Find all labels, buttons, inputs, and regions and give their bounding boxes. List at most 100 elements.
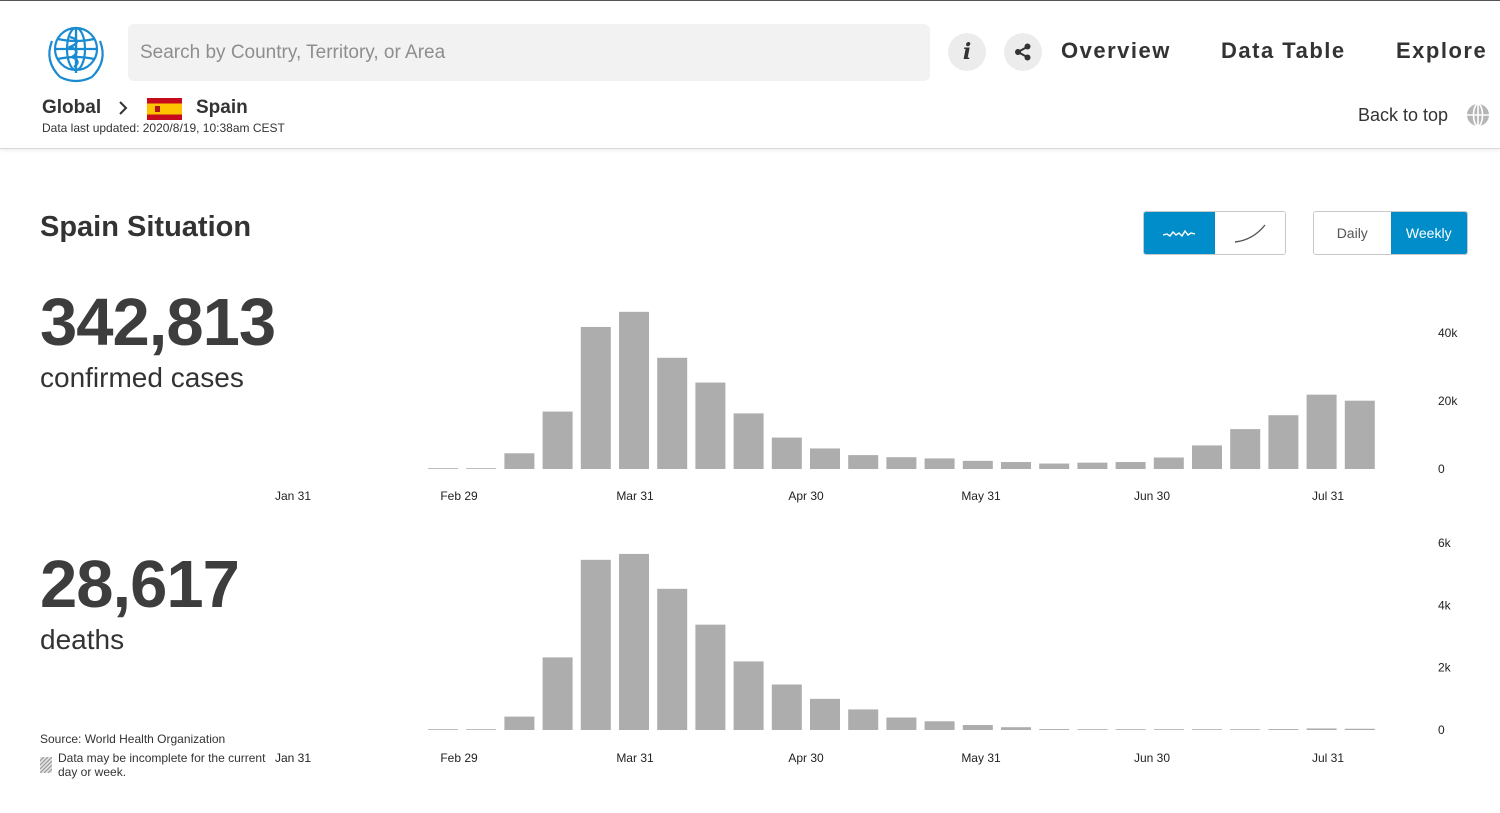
deaths-x-tick-label: Mar 31 <box>616 751 654 765</box>
deaths-x-tick-label: Jul 31 <box>1312 751 1344 765</box>
cases-chart: 0 20k 40k Jan 31 Feb 29 Mar 31 Apr 30 May 31 Jun… <box>0 280 1500 510</box>
wave-line-icon <box>1163 229 1196 238</box>
cases-y-tick-label: 20k <box>1438 394 1458 408</box>
deaths-bar <box>848 709 879 730</box>
cases-chart-svg: 0 20k 40k Jan 31 Feb 29 Mar 31 Apr 30 May 31 Jun… <box>275 311 1458 503</box>
cases-bar <box>695 382 726 469</box>
search-input[interactable] <box>128 24 930 81</box>
nav-overview[interactable]: Overview <box>1061 38 1171 64</box>
cases-x-tick-label: Mar 31 <box>616 489 654 503</box>
deaths-bar <box>1268 729 1299 730</box>
breadcrumb-global[interactable]: Global <box>42 97 101 119</box>
nav-data-table[interactable]: Data Table <box>1221 38 1346 64</box>
period-toggle: Daily Weekly <box>1313 211 1468 255</box>
cases-bar <box>428 468 458 469</box>
share-icon <box>1015 43 1031 61</box>
cases-bar <box>1153 457 1184 469</box>
cases-bar <box>924 458 955 469</box>
deaths-x-tick-label: May 31 <box>961 751 1001 765</box>
deaths-y-tick-label: 6k <box>1438 536 1452 550</box>
cases-x-tick-label: Jan 31 <box>275 489 311 503</box>
breadcrumb-country: Spain <box>196 97 248 118</box>
deaths-bar <box>1039 729 1070 730</box>
deaths-bar <box>542 657 573 730</box>
cases-bar <box>466 468 497 469</box>
cases-bar <box>733 413 764 469</box>
deaths-bar <box>1153 729 1184 730</box>
deaths-bar <box>1230 729 1261 730</box>
chevron-right-icon <box>119 101 128 115</box>
cases-bar <box>886 457 917 469</box>
deaths-bar <box>1344 728 1375 730</box>
cases-bar <box>1230 429 1261 469</box>
cases-x-tick-label: Jul 31 <box>1312 489 1344 503</box>
deaths-bar <box>657 588 688 730</box>
deaths-bar <box>1192 729 1222 730</box>
site-header: i Overview Data Table Explore Global Spa… <box>0 1 1500 149</box>
globe-icon[interactable] <box>1466 103 1490 127</box>
info-button[interactable]: i <box>948 33 986 71</box>
page-title: Spain Situation <box>40 211 252 243</box>
who-logo-icon[interactable] <box>40 21 112 85</box>
deaths-x-tick-label: Jan 31 <box>275 751 311 765</box>
deaths-bar <box>1077 729 1108 730</box>
cases-bar <box>542 411 573 469</box>
cases-bar <box>580 326 611 469</box>
deaths-bar <box>962 725 993 730</box>
deaths-bar <box>1306 728 1337 730</box>
cases-bar <box>1268 415 1299 469</box>
deaths-bar <box>886 717 917 730</box>
last-updated-text: Data last updated: 2020/8/19, 10:38am CE… <box>42 121 285 135</box>
deaths-y-tick-label: 4k <box>1438 598 1452 612</box>
cases-bar <box>1192 445 1222 469</box>
cases-bar <box>810 448 840 469</box>
deaths-bar <box>504 716 535 730</box>
weekly-button[interactable]: Weekly <box>1390 212 1467 254</box>
deaths-bar <box>1115 729 1146 730</box>
cases-bar <box>1306 394 1337 469</box>
share-button[interactable] <box>1004 33 1042 71</box>
cases-bar <box>504 453 535 469</box>
deaths-bar <box>428 729 458 730</box>
daily-button[interactable]: Daily <box>1314 212 1391 254</box>
deaths-bar <box>924 721 955 730</box>
cases-bar <box>962 460 993 469</box>
cases-bar <box>1001 462 1031 469</box>
deaths-x-tick-label: Feb 29 <box>440 751 478 765</box>
cases-y-tick-label: 0 <box>1438 462 1445 476</box>
nav-explore[interactable]: Explore <box>1396 38 1487 64</box>
cases-x-tick-label: Jun 30 <box>1134 489 1170 503</box>
deaths-chart-svg: 0 2k 4k 6k Jan 31 Feb 29 Mar 31 Apr 30 May 31 Jun… <box>275 536 1452 765</box>
deaths-bar <box>810 698 840 730</box>
deaths-bar <box>733 661 764 730</box>
scale-toggle <box>1143 211 1286 255</box>
cases-x-tick-label: Apr 30 <box>788 489 824 503</box>
cases-bar <box>619 311 649 469</box>
deaths-x-tick-label: Apr 30 <box>788 751 824 765</box>
cases-y-tick-label: 40k <box>1438 326 1458 340</box>
curve-line-icon <box>1234 224 1266 243</box>
deaths-bar <box>619 553 649 730</box>
cases-bar <box>657 357 688 469</box>
cases-bar <box>1039 463 1070 469</box>
info-icon: i <box>962 39 972 65</box>
deaths-x-tick-label: Jun 30 <box>1134 751 1170 765</box>
cases-x-tick-label: May 31 <box>961 489 1001 503</box>
cases-x-tick-label: Feb 29 <box>440 489 478 503</box>
deaths-bar <box>580 559 611 730</box>
cases-bar <box>771 437 802 469</box>
cases-bar <box>1344 400 1375 469</box>
deaths-bar <box>771 684 802 730</box>
back-to-top-link[interactable]: Back to top <box>1358 105 1448 126</box>
deaths-chart: 0 2k 4k 6k Jan 31 Feb 29 Mar 31 Apr 30 May 31 Jun… <box>0 530 1500 770</box>
deaths-y-tick-label: 0 <box>1438 723 1445 737</box>
deaths-bar <box>695 624 726 730</box>
log-scale-button[interactable] <box>1214 212 1285 254</box>
deaths-bar <box>466 729 497 730</box>
cases-bar <box>848 455 879 469</box>
cases-bar <box>1077 462 1108 469</box>
deaths-y-tick-label: 2k <box>1438 661 1452 675</box>
linear-scale-button[interactable] <box>1144 212 1215 254</box>
spain-flag-icon <box>147 98 182 120</box>
cases-bar <box>1115 462 1146 469</box>
